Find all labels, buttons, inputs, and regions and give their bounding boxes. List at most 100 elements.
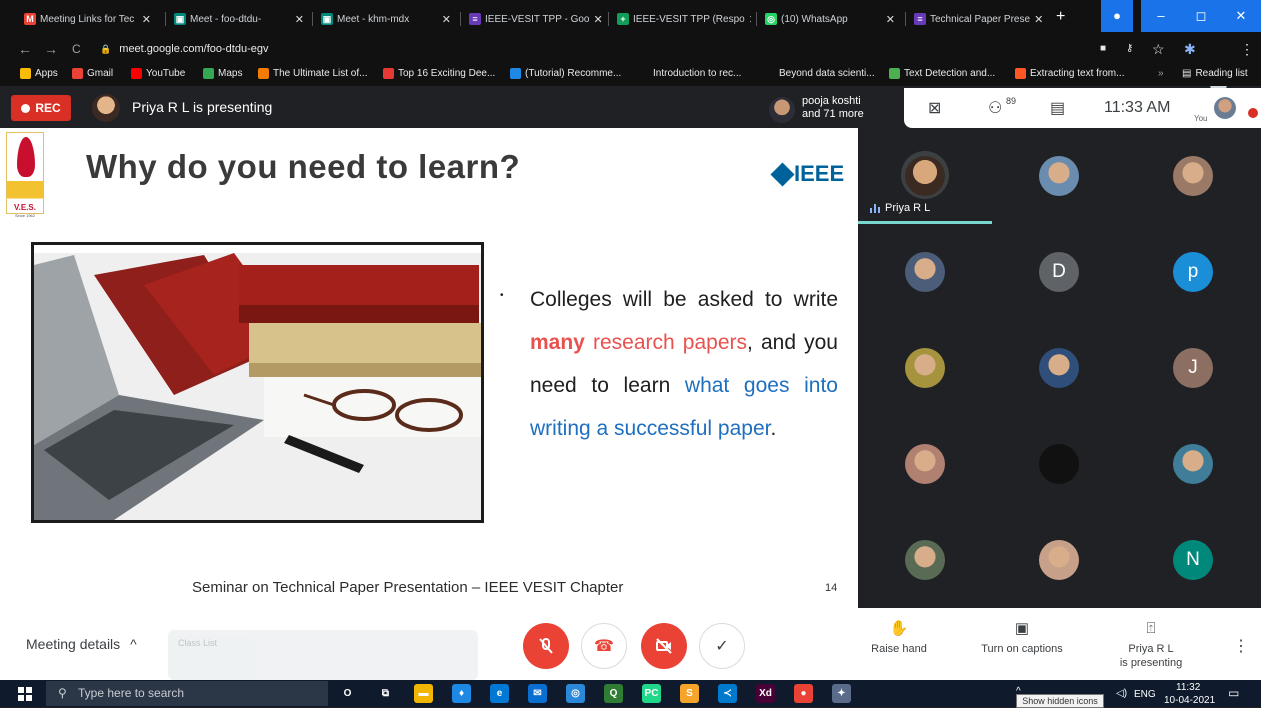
tab-favicon-icon: ◎	[765, 13, 777, 25]
tab-close-icon[interactable]: ✕	[295, 13, 304, 26]
notifications-icon[interactable]: ▭	[1228, 686, 1239, 700]
back-icon[interactable]: ←	[18, 40, 32, 58]
captions-button[interactable]: ▣ Turn on captions	[962, 621, 1082, 656]
profile-menu-icon[interactable]: ●	[1101, 0, 1133, 32]
browser-tab[interactable]: + IEEE-VESIT TPP (Respo ✕	[613, 8, 751, 30]
taskbar-app-icon[interactable]: S	[680, 684, 699, 703]
more-options-icon[interactable]: ⋮	[1233, 636, 1249, 656]
participant-tile[interactable]	[858, 224, 992, 320]
taskbar-app-icon[interactable]: e	[490, 684, 509, 703]
participant-tile-speaker[interactable]: Priya R L	[858, 128, 992, 224]
layout-icon[interactable]: ⊠	[928, 98, 941, 118]
bookmark-item[interactable]: Introduction to rec...	[638, 68, 741, 79]
star-icon[interactable]: ☆	[1152, 40, 1165, 58]
participant-tile[interactable]	[992, 320, 1126, 416]
taskbar-time[interactable]: 11:32	[1176, 682, 1200, 693]
taskbar-app-icon[interactable]: ⧉	[376, 684, 395, 703]
taskbar-app-icon[interactable]: ✦	[832, 684, 851, 703]
tab-close-icon[interactable]: ✕	[886, 13, 895, 26]
participant-tile[interactable]	[858, 416, 992, 512]
bookmark-item[interactable]: Gmail	[72, 68, 113, 79]
bookmark-favicon-icon	[510, 68, 521, 79]
browser-tab[interactable]: M Meeting Links for Tec ✕	[20, 8, 155, 30]
more-controls-button[interactable]: ✓	[699, 623, 745, 669]
bookmark-item[interactable]: YouTube	[131, 68, 185, 79]
bookmark-item[interactable]: Beyond data scienti...	[764, 68, 875, 79]
taskbar-app-icon[interactable]: PC	[642, 684, 661, 703]
taskbar-search-box[interactable]: ⚲ Type here to search	[46, 681, 328, 706]
bookmark-item[interactable]: The Ultimate List of...	[258, 68, 367, 79]
bookmark-item[interactable]: Top 16 Exciting Dee...	[383, 68, 495, 79]
show-hidden-icons-tooltip: Show hidden icons	[1016, 694, 1104, 708]
participant-tile[interactable]: p	[1126, 224, 1260, 320]
taskbar-app-icon[interactable]: ●	[794, 684, 813, 703]
volume-icon[interactable]: ◁)	[1116, 688, 1127, 699]
key-icon[interactable]: ⚷	[1126, 40, 1133, 58]
participant-tile[interactable]	[992, 512, 1126, 608]
browser-tab[interactable]: ◎ (10) WhatsApp ✕	[761, 8, 899, 30]
leave-call-button[interactable]: ☎	[581, 623, 627, 669]
presenting-status-button[interactable]: ⍐ Priya R L is presenting	[1091, 621, 1211, 670]
taskbar-date[interactable]: 10-04-2021	[1164, 695, 1215, 706]
tab-separator	[608, 12, 609, 26]
participant-preview-avatar[interactable]	[769, 97, 795, 123]
url-field[interactable]: 🔒 meet.google.com/foo-dtdu-egv	[100, 39, 1090, 59]
participant-tile[interactable]	[858, 320, 992, 416]
input-language[interactable]: ENG	[1134, 689, 1156, 700]
taskbar-app-icon[interactable]: ✉	[528, 684, 547, 703]
browser-tab[interactable]: ▣ Meet - foo-dtdu- ✕	[170, 8, 308, 30]
meeting-details-button[interactable]: Meeting details ^	[26, 636, 137, 652]
mic-off-button[interactable]	[523, 623, 569, 669]
camera-off-button[interactable]	[641, 623, 687, 669]
menu-icon[interactable]: ⋮	[1240, 40, 1254, 58]
participant-tile[interactable]	[1126, 416, 1260, 512]
taskbar-app-icon[interactable]: O	[338, 684, 357, 703]
bookmark-item[interactable]: Extracting text from...	[1015, 68, 1124, 79]
more-bookmarks-icon[interactable]: »	[1158, 68, 1164, 79]
bookmark-item[interactable]: Apps	[20, 68, 58, 79]
forward-icon[interactable]: →	[44, 40, 58, 58]
bookmark-favicon-icon	[638, 68, 649, 79]
maximize-button[interactable]: ◻	[1181, 0, 1221, 32]
close-window-button[interactable]: ✕	[1221, 0, 1261, 32]
browser-tab[interactable]: ≡ Technical Paper Prese ✕	[910, 8, 1045, 30]
participant-tile[interactable]	[992, 128, 1126, 224]
people-icon[interactable]: ⚇	[988, 98, 1002, 118]
reading-list-button[interactable]: ▤ Reading list	[1182, 68, 1248, 79]
chat-icon[interactable]: ▤	[1050, 98, 1065, 118]
tab-close-icon[interactable]: ✕	[442, 13, 451, 26]
participant-tile[interactable]: J	[1126, 320, 1260, 416]
taskbar-app-icon[interactable]: ◎	[566, 684, 585, 703]
taskbar-app-icon[interactable]: Q	[604, 684, 623, 703]
new-tab-button[interactable]: +	[1056, 8, 1065, 26]
participant-tile[interactable]: N	[1126, 512, 1260, 608]
extensions-icon[interactable]: ✱	[1184, 40, 1196, 58]
bookmark-label: Top 16 Exciting Dee...	[398, 68, 496, 79]
taskbar-app-icon[interactable]: ♦	[452, 684, 471, 703]
tab-close-icon[interactable]: ✕	[142, 13, 151, 26]
taskbar-app-icon[interactable]: ▬	[414, 684, 433, 703]
tab-close-icon[interactable]: ✕	[1034, 13, 1043, 26]
reload-icon[interactable]: C	[72, 40, 81, 58]
taskbar-app-icon[interactable]: Xd	[756, 684, 775, 703]
bookmark-item[interactable]: Maps	[203, 68, 242, 79]
bookmark-item[interactable]: (Tutorial) Recomme...	[510, 68, 621, 79]
minimize-button[interactable]: –	[1141, 0, 1181, 32]
participant-tile[interactable]	[1126, 128, 1260, 224]
tab-close-icon[interactable]: ✕	[749, 13, 751, 26]
participant-tile[interactable]: D	[992, 224, 1126, 320]
participant-preview[interactable]: pooja koshti and 71 more	[802, 95, 864, 121]
meeting-clock: 11:33 AM	[1104, 99, 1171, 116]
browser-tab[interactable]: ≡ IEEE-VESIT TPP - Goo ✕	[465, 8, 603, 30]
browser-tab[interactable]: ▣ Meet - khm-mdx ✕	[317, 8, 455, 30]
participant-tile[interactable]	[858, 512, 992, 608]
reading-list-label: Reading list	[1195, 68, 1248, 79]
camera-icon[interactable]: ■	[1100, 40, 1106, 58]
bookmark-item[interactable]: Text Detection and...	[889, 68, 995, 79]
participant-tile[interactable]	[992, 416, 1126, 512]
tab-close-icon[interactable]: ✕	[594, 13, 603, 26]
taskbar-app-icon[interactable]: ≺	[718, 684, 737, 703]
raise-hand-button[interactable]: ✋ Raise hand	[839, 621, 959, 656]
windows-start-icon[interactable]	[18, 687, 32, 701]
self-avatar[interactable]	[1214, 97, 1236, 119]
